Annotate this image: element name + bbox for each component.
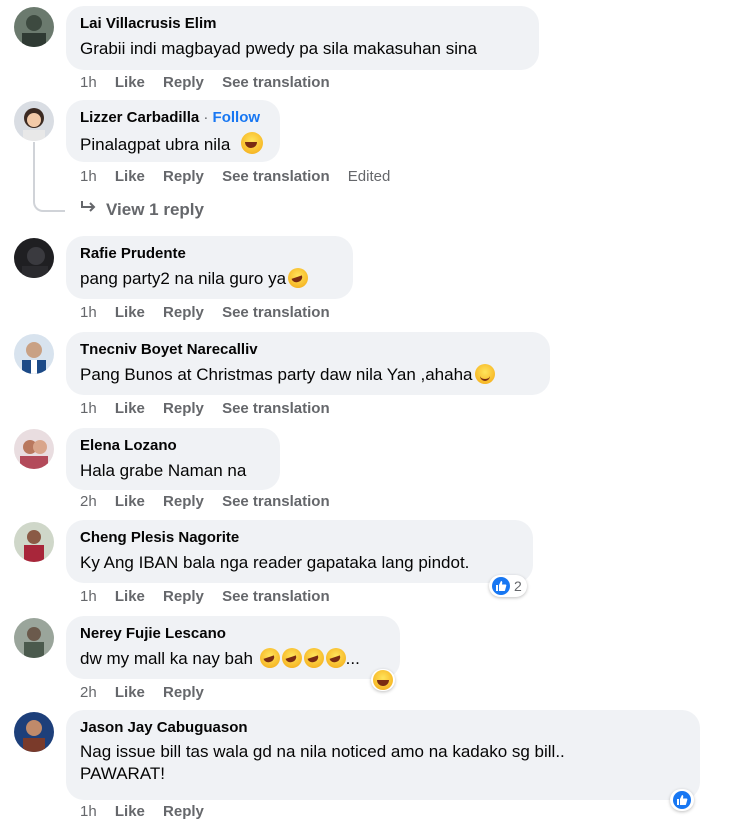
comment-text: Grabii indi magbayad pwedy pa sila makas… <box>80 39 477 58</box>
avatar[interactable] <box>14 238 54 278</box>
separator-dot: · <box>203 109 209 126</box>
comment-actions: 1h Like Reply <box>80 803 218 821</box>
reaction-summary[interactable] <box>371 669 395 691</box>
avatar[interactable] <box>14 101 54 141</box>
like-button[interactable]: Like <box>115 803 145 821</box>
comment-bubble: Lai Villacrusis Elim Grabii indi magbaya… <box>66 6 539 70</box>
comment-text: Pinalagpat ubra nila <box>80 132 266 156</box>
comment-author[interactable]: Lai Villacrusis Elim <box>80 14 525 34</box>
reply-button[interactable]: Reply <box>163 304 204 322</box>
comment-bubble: Rafie Prudente pang party2 na nila guro … <box>66 236 353 299</box>
comment-time[interactable]: 1h <box>80 400 97 418</box>
comment-author-row: Lizzer Carbadilla · Follow <box>80 108 266 128</box>
comment-time[interactable]: 2h <box>80 493 97 511</box>
like-reaction-icon <box>673 791 691 809</box>
comment-text-line-2: PAWARAT! <box>80 764 165 783</box>
reply-button[interactable]: Reply <box>163 400 204 418</box>
like-button[interactable]: Like <box>115 168 145 186</box>
comment-text-content: Pinalagpat ubra nila <box>80 135 231 154</box>
rolling-laughing-emoji-icon <box>281 648 302 668</box>
avatar[interactable] <box>14 712 54 752</box>
comment-bubble: Tnecniv Boyet Narecalliv Pang Bunos at C… <box>66 332 550 395</box>
comment-bubble: Lizzer Carbadilla · Follow Pinalagpat ub… <box>66 100 280 162</box>
comment-actions: 1h Like Reply See translation <box>80 400 344 418</box>
avatar[interactable] <box>14 429 54 469</box>
comment-text-content: Pang Bunos at Christmas party daw nila Y… <box>80 365 473 384</box>
view-replies-button[interactable]: View 1 reply <box>80 199 204 220</box>
like-reaction-icon <box>492 577 510 595</box>
comment-time[interactable]: 1h <box>80 588 97 606</box>
reply-button[interactable]: Reply <box>163 493 204 511</box>
like-button[interactable]: Like <box>115 588 145 606</box>
reply-button[interactable]: Reply <box>163 588 204 606</box>
see-translation-button[interactable]: See translation <box>222 588 330 606</box>
comment-bubble: Nerey Fujie Lescano dw my mall ka nay ba… <box>66 616 400 679</box>
follow-button[interactable]: Follow <box>213 109 261 126</box>
comment-bubble: Jason Jay Cabuguason Nag issue bill tas … <box>66 710 700 800</box>
comment-time[interactable]: 1h <box>80 74 97 92</box>
reply-button[interactable]: Reply <box>163 168 204 186</box>
comment-bubble: Cheng Plesis Nagorite Ky Ang IBAN bala n… <box>66 520 533 583</box>
comment-text: dw my mall ka nay bah ... <box>80 648 386 670</box>
like-button[interactable]: Like <box>115 684 145 702</box>
like-button[interactable]: Like <box>115 304 145 322</box>
rolling-laughing-emoji-icon <box>325 648 346 668</box>
comment-actions: 1h Like Reply See translation <box>80 588 344 606</box>
comment-text-content: dw my mall ka nay bah <box>80 649 253 668</box>
like-button[interactable]: Like <box>115 400 145 418</box>
reaction-summary[interactable]: 2 <box>489 575 527 597</box>
comment-actions: 1h Like Reply See translation <box>80 304 344 322</box>
comment-text: Hala grabe Naman na <box>80 461 247 480</box>
comment-text-line-1: Nag issue bill tas wala gd na nila notic… <box>80 742 565 761</box>
comment-time[interactable]: 1h <box>80 304 97 322</box>
ellipsis: ... <box>345 649 360 668</box>
comment-author[interactable]: Cheng Plesis Nagorite <box>80 528 519 548</box>
comment-text: Pang Bunos at Christmas party daw nila Y… <box>80 364 536 386</box>
comment-author[interactable]: Tnecniv Boyet Narecalliv <box>80 340 536 360</box>
comment-time[interactable]: 2h <box>80 684 97 702</box>
comment-actions: 2h Like Reply <box>80 684 218 702</box>
see-translation-button[interactable]: See translation <box>222 168 330 186</box>
see-translation-button[interactable]: See translation <box>222 74 330 92</box>
comment-author[interactable]: Jason Jay Cabuguason <box>80 718 686 738</box>
comment-bubble: Elena Lozano Hala grabe Naman na <box>66 428 280 490</box>
avatar[interactable] <box>14 618 54 658</box>
reply-arrow-icon <box>80 199 98 220</box>
thread-connector <box>33 198 65 212</box>
comment-text: pang party2 na nila guro ya <box>80 268 339 290</box>
view-reply-label: View 1 reply <box>106 199 204 219</box>
reaction-summary[interactable] <box>670 789 694 811</box>
comment-author[interactable]: Rafie Prudente <box>80 244 339 264</box>
comment-actions: 1h Like Reply See translation Edited <box>80 168 404 186</box>
reply-button[interactable]: Reply <box>163 684 204 702</box>
comment-time[interactable]: 1h <box>80 168 97 186</box>
rolling-laughing-emoji-icon <box>259 648 280 668</box>
laughing-emoji-icon <box>241 132 264 154</box>
rolling-laughing-emoji-icon <box>288 268 309 288</box>
smiling-emoji-icon <box>474 364 495 384</box>
rolling-laughing-emoji-icon <box>303 648 324 668</box>
avatar[interactable] <box>14 522 54 562</box>
like-button[interactable]: Like <box>115 74 145 92</box>
comment-author[interactable]: Elena Lozano <box>80 436 266 456</box>
reply-button[interactable]: Reply <box>163 74 204 92</box>
haha-reaction-icon <box>373 670 393 690</box>
thread-line <box>33 142 35 200</box>
see-translation-button[interactable]: See translation <box>222 304 330 322</box>
comment-actions: 2h Like Reply See translation <box>80 493 344 511</box>
reply-button[interactable]: Reply <box>163 803 204 821</box>
comment-text-content: pang party2 na nila guro ya <box>80 269 287 288</box>
comment-actions: 1h Like Reply See translation <box>80 74 344 92</box>
comment-text: Ky Ang IBAN bala nga reader gapataka lan… <box>80 553 470 572</box>
reaction-count: 2 <box>514 578 522 594</box>
comment-author[interactable]: Nerey Fujie Lescano <box>80 624 386 644</box>
edited-label: Edited <box>347 168 391 185</box>
avatar[interactable] <box>14 7 54 47</box>
see-translation-button[interactable]: See translation <box>222 493 330 511</box>
comment-time[interactable]: 1h <box>80 803 97 821</box>
comment-author[interactable]: Lizzer Carbadilla <box>80 109 199 126</box>
see-translation-button[interactable]: See translation <box>222 400 330 418</box>
avatar[interactable] <box>14 334 54 374</box>
like-button[interactable]: Like <box>115 493 145 511</box>
